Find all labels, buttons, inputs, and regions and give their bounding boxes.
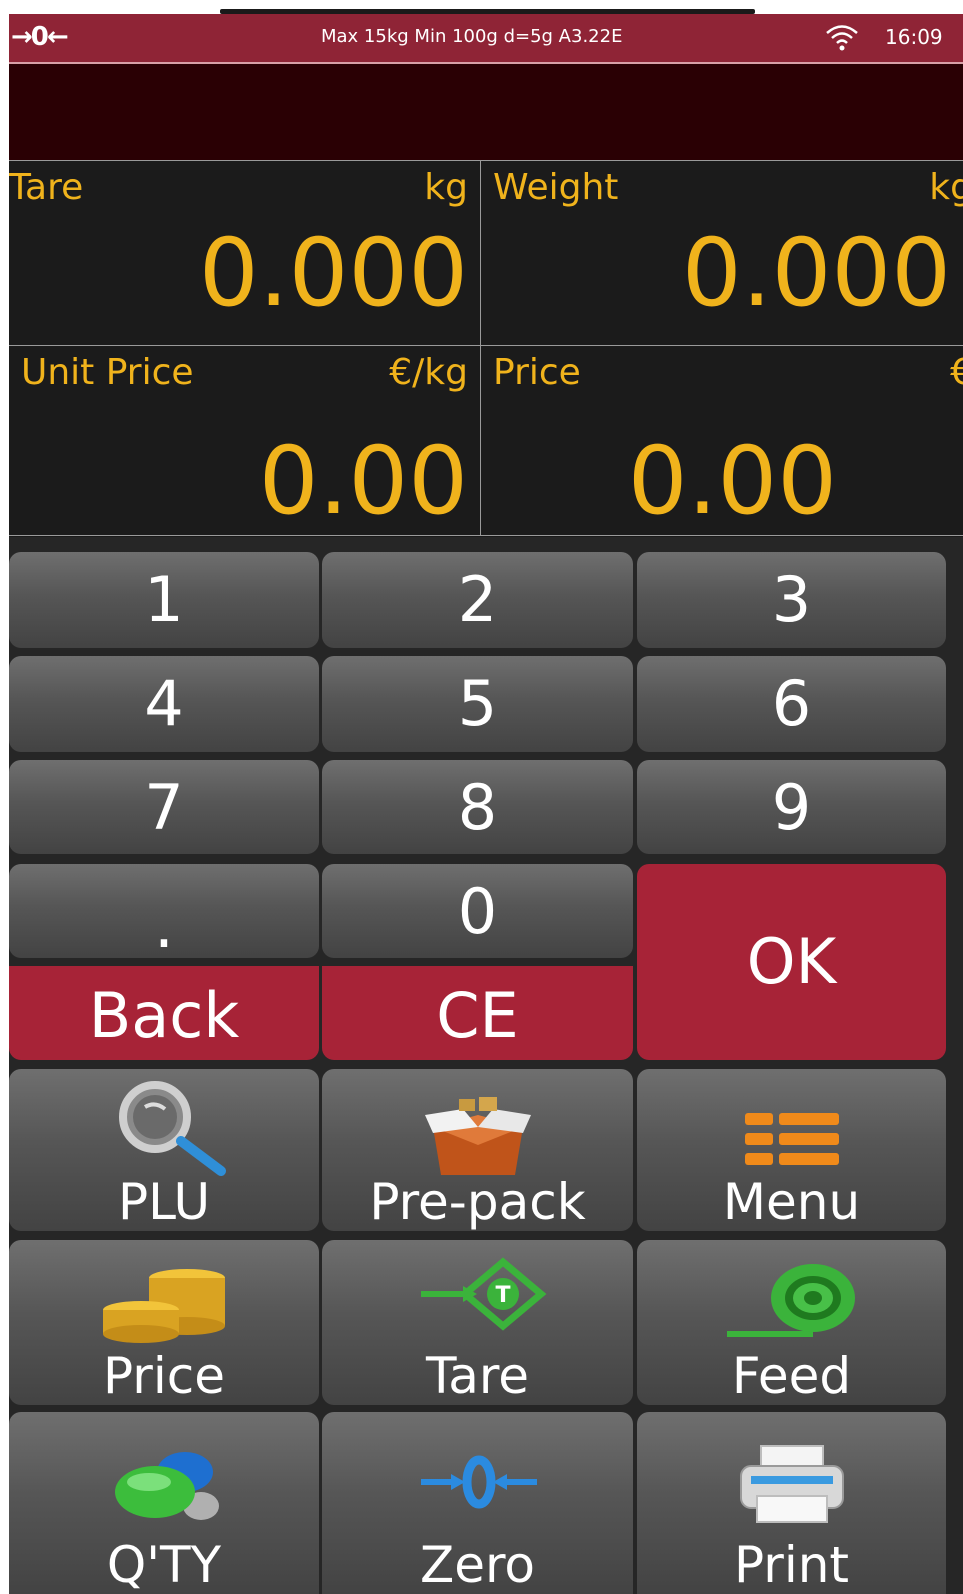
- ok-label: OK: [746, 925, 837, 998]
- tare-value: 0.000: [198, 219, 468, 328]
- clock: 16:09: [885, 25, 943, 49]
- menu-list-icon: [744, 1113, 839, 1165]
- box-icon: [424, 1097, 531, 1175]
- key-3[interactable]: 3: [637, 552, 946, 648]
- tare-unit: kg: [424, 167, 468, 208]
- menu-label: Menu: [722, 1173, 861, 1231]
- key-5[interactable]: 5: [322, 656, 633, 752]
- tare-readout: Tare kg 0.000: [9, 161, 481, 346]
- print-button[interactable]: Print: [637, 1412, 946, 1594]
- key-2-label: 2: [457, 563, 498, 636]
- ok-button[interactable]: OK: [637, 864, 946, 1060]
- plu-button[interactable]: PLU: [9, 1069, 319, 1231]
- left-edge: [0, 0, 9, 1594]
- tare-button[interactable]: T Tare: [322, 1240, 633, 1405]
- zero-indicator: →0←: [11, 22, 69, 52]
- back-button[interactable]: Back: [9, 966, 319, 1060]
- key-0[interactable]: 0: [322, 864, 633, 958]
- tare-arrow-icon: T: [420, 1257, 546, 1331]
- printer-icon: [739, 1445, 844, 1523]
- prepack-label: Pre-pack: [369, 1173, 586, 1231]
- feed-button[interactable]: Feed: [637, 1240, 946, 1405]
- weight-readout: Weight kg 0.000: [481, 161, 963, 346]
- unit-price-unit: €/kg: [389, 352, 468, 393]
- bubbles-icon: [115, 1452, 219, 1520]
- menu-button[interactable]: Menu: [637, 1069, 946, 1231]
- key-7[interactable]: 7: [9, 760, 319, 854]
- unit-price-label: Unit Price: [21, 352, 194, 393]
- zero-label: Zero: [419, 1536, 536, 1594]
- weight-unit: kg: [929, 167, 963, 208]
- key-6[interactable]: 6: [637, 656, 946, 752]
- key-0-label: 0: [457, 875, 498, 948]
- key-1-label: 1: [144, 563, 184, 636]
- key-1[interactable]: 1: [9, 552, 319, 648]
- unit-price-value: 0.00: [258, 427, 468, 536]
- scale-spec: Max 15kg Min 100g d=5g A3.22E: [321, 26, 623, 47]
- print-label: Print: [733, 1536, 849, 1594]
- status-bar: →0← Max 15kg Min 100g d=5g A3.22E 16:09: [9, 14, 963, 64]
- wifi-icon: [826, 25, 858, 51]
- key-dot-label: .: [154, 889, 174, 958]
- price-readout: Price € 0.00: [481, 346, 963, 536]
- tare-label: Tare: [9, 167, 84, 208]
- prepack-button[interactable]: Pre-pack: [322, 1069, 633, 1231]
- tare-key-label: Tare: [425, 1347, 530, 1405]
- svg-text:T: T: [495, 1283, 510, 1308]
- key-6-label: 6: [771, 667, 812, 740]
- plu-label: PLU: [117, 1173, 211, 1231]
- magnifier-icon: [119, 1081, 226, 1176]
- key-8[interactable]: 8: [322, 760, 633, 854]
- weight-label: Weight: [493, 167, 619, 208]
- feed-label: Feed: [731, 1347, 852, 1405]
- price-key-label: Price: [103, 1347, 225, 1405]
- key-9-label: 9: [771, 771, 812, 844]
- qty-label: Q'TY: [106, 1536, 222, 1594]
- unit-price-readout: Unit Price €/kg 0.00: [9, 346, 481, 536]
- key-dot[interactable]: .: [9, 864, 319, 958]
- ce-label: CE: [436, 979, 519, 1052]
- qty-button[interactable]: Q'TY: [9, 1412, 319, 1594]
- key-5-label: 5: [457, 667, 498, 740]
- price-button[interactable]: Price: [9, 1240, 319, 1405]
- zero-arrows-icon: [420, 1455, 537, 1509]
- paper-roll-icon: [726, 1264, 855, 1337]
- message-area: [9, 64, 963, 161]
- key-9[interactable]: 9: [637, 760, 946, 854]
- price-label: Price: [493, 352, 581, 393]
- top-edge: [9, 0, 963, 14]
- price-unit: €: [950, 352, 963, 394]
- back-label: Back: [88, 979, 240, 1052]
- key-2[interactable]: 2: [322, 552, 633, 648]
- weight-value: 0.000: [681, 219, 951, 328]
- key-7-label: 7: [144, 771, 184, 844]
- key-4-label: 4: [144, 667, 184, 740]
- key-3-label: 3: [771, 563, 812, 636]
- key-8-label: 8: [457, 771, 498, 844]
- key-4[interactable]: 4: [9, 656, 319, 752]
- price-value: 0.00: [627, 427, 837, 536]
- coins-icon: [103, 1269, 225, 1343]
- ce-button[interactable]: CE: [322, 966, 633, 1060]
- zero-button[interactable]: Zero: [322, 1412, 633, 1594]
